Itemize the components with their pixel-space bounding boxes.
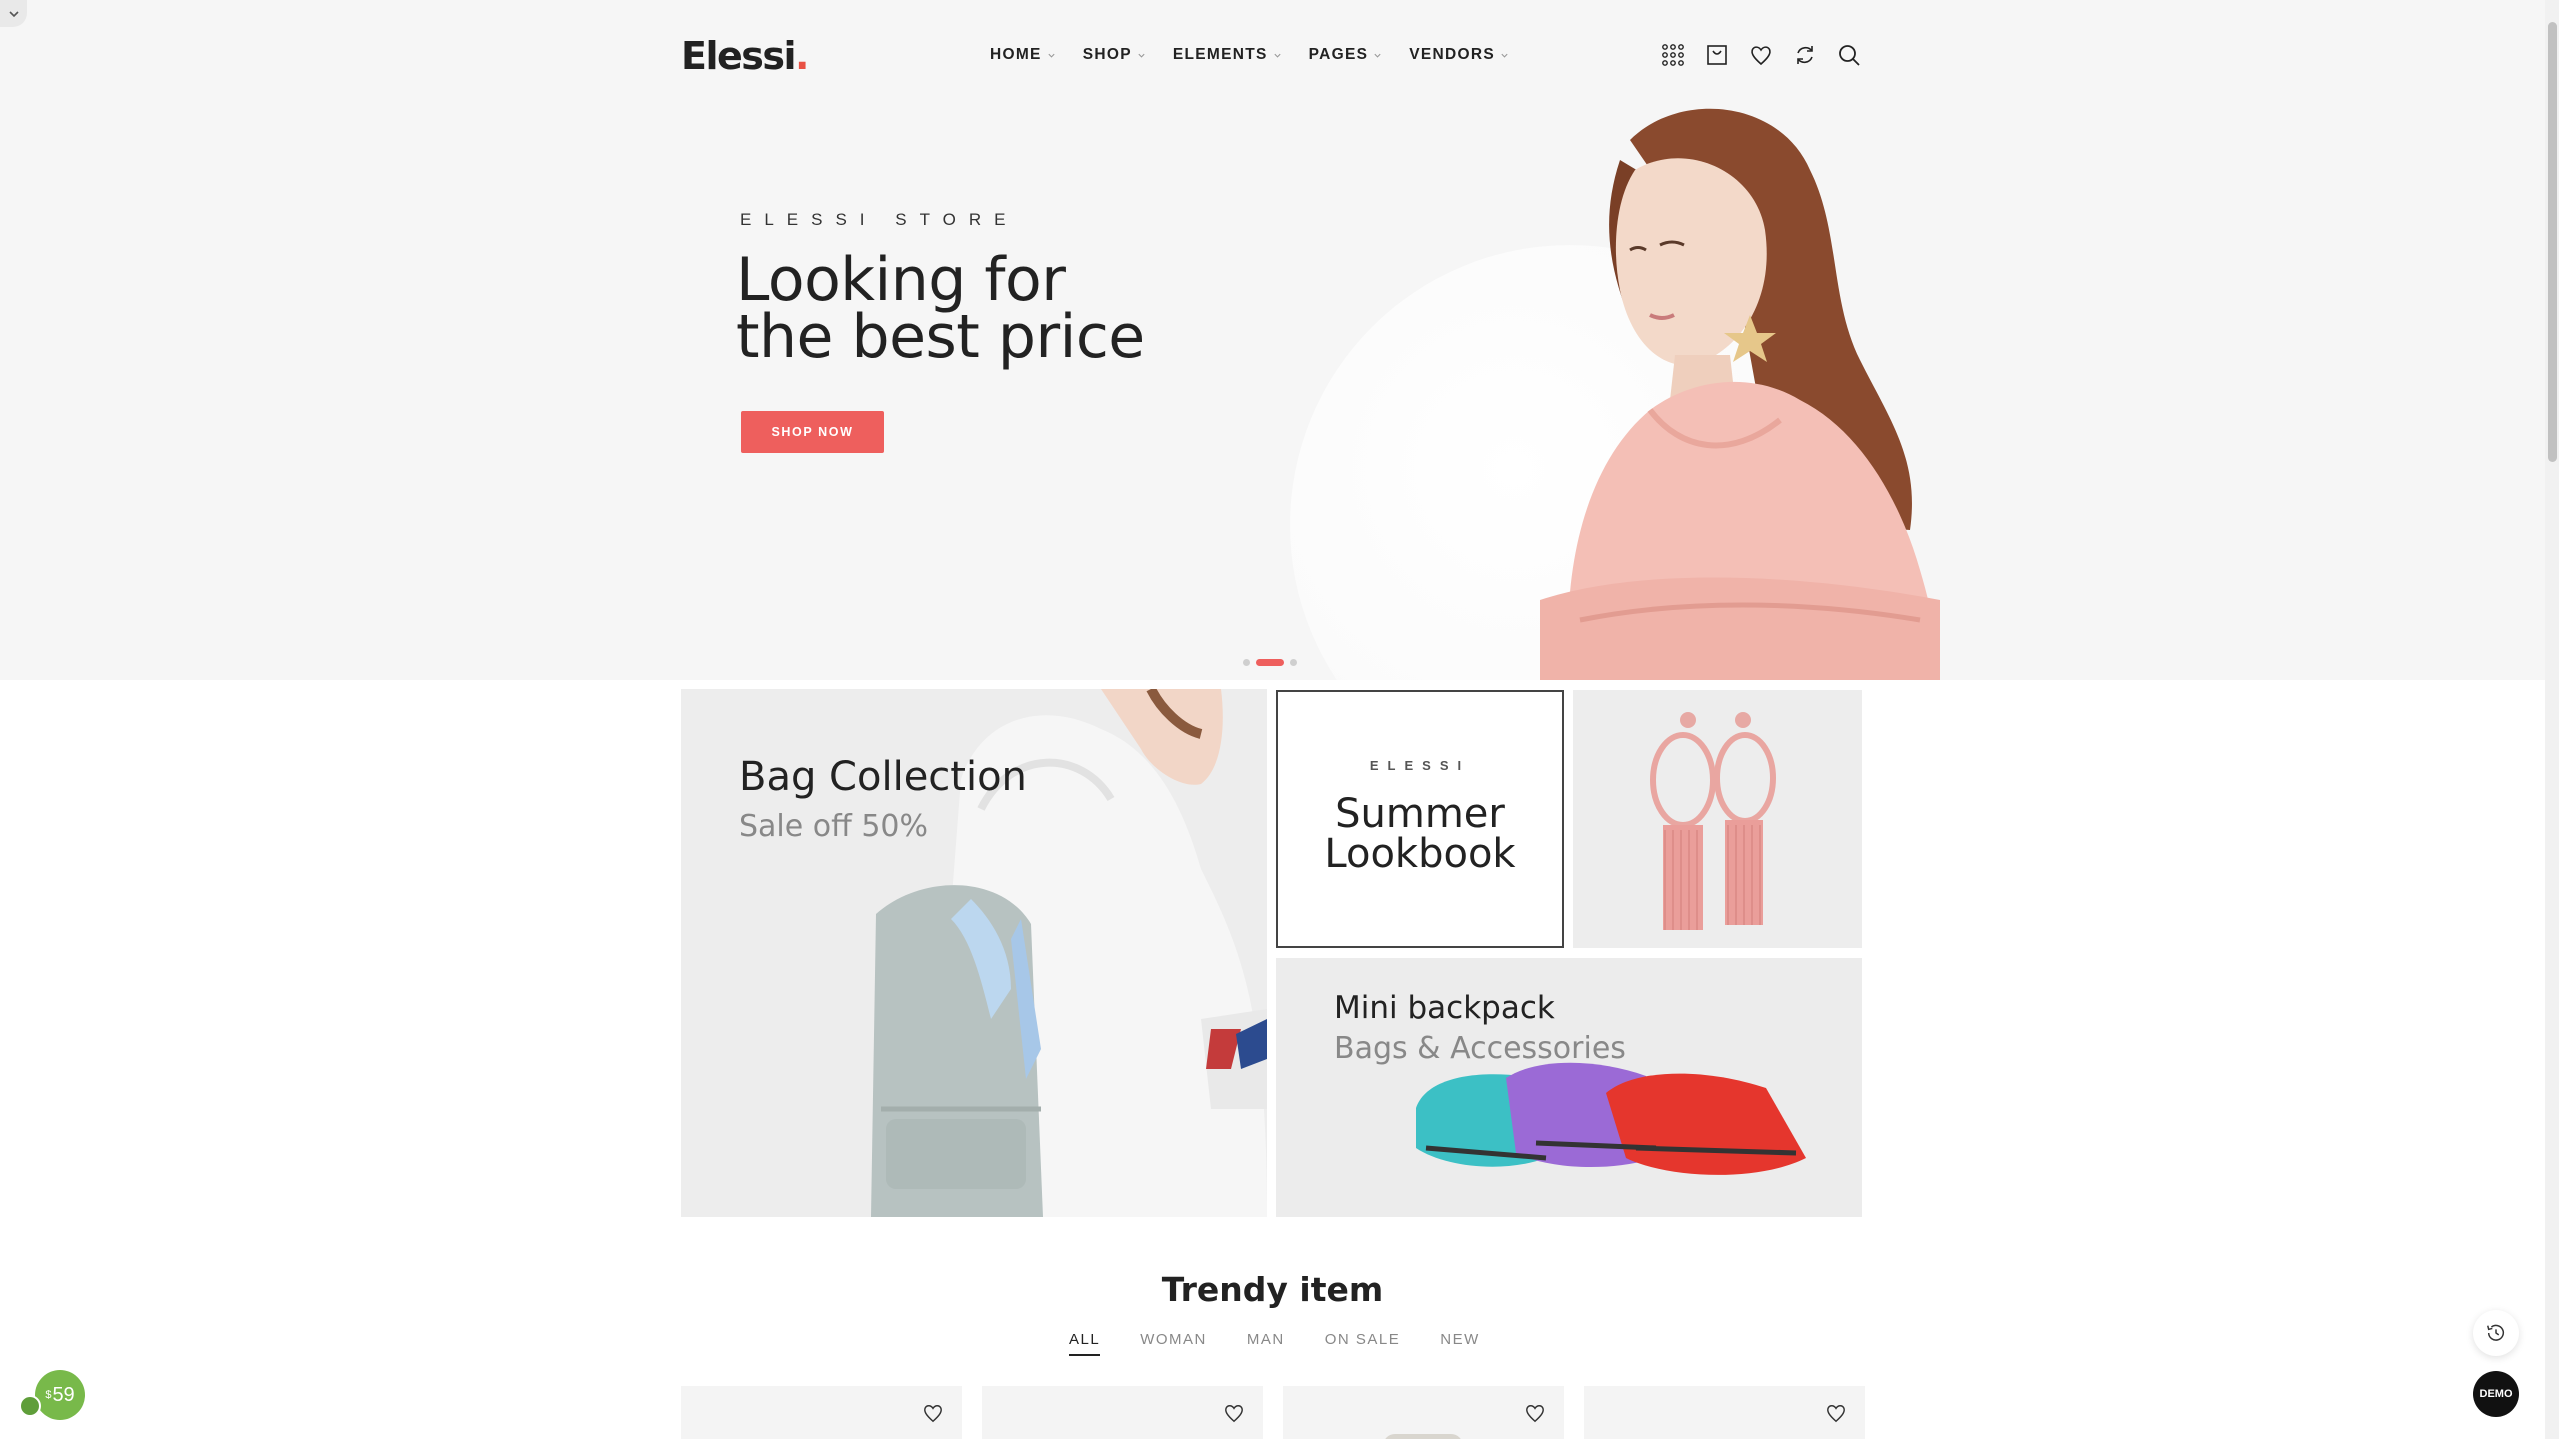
tab-new[interactable]: NEW — [1440, 1331, 1480, 1356]
banner-summer-lookbook[interactable]: ELESSI Summer Lookbook — [1276, 690, 1564, 948]
heart-icon[interactable] — [1524, 1402, 1546, 1424]
heart-icon[interactable] — [922, 1402, 944, 1424]
banner-subtitle: Sale off 50% — [739, 809, 928, 844]
heart-icon[interactable] — [1223, 1402, 1245, 1424]
hero-title-line1: Looking for — [736, 245, 1066, 315]
nav-label: PAGES — [1308, 46, 1369, 63]
banner-subtitle: Bags & Accessories — [1334, 1031, 1626, 1066]
product-card[interactable] — [1283, 1386, 1564, 1439]
scrollbar-thumb[interactable] — [2548, 22, 2557, 462]
grid-icon[interactable] — [1660, 42, 1686, 68]
price-value: 59 — [52, 1383, 75, 1406]
price-badge[interactable]: $59 — [35, 1370, 85, 1420]
product-card[interactable] — [1584, 1386, 1865, 1439]
hero-model-image — [1540, 108, 1940, 680]
header-actions — [1660, 42, 1862, 68]
slider-dot[interactable] — [1290, 659, 1297, 666]
tab-all[interactable]: ALL — [1069, 1331, 1101, 1356]
product-image-peek — [1383, 1434, 1463, 1439]
heart-icon[interactable] — [1748, 42, 1774, 68]
product-card[interactable] — [982, 1386, 1263, 1439]
tab-woman[interactable]: WOMAN — [1140, 1331, 1207, 1356]
nav-vendors[interactable]: VENDORS — [1409, 46, 1509, 64]
product-tabs: ALL WOMAN MAN ON SALE NEW — [1069, 1331, 1520, 1356]
chevron-down-icon — [1274, 53, 1281, 58]
compare-icon[interactable] — [1792, 42, 1818, 68]
chevron-down-icon — [1501, 53, 1508, 58]
nav-home[interactable]: HOME — [990, 46, 1056, 64]
banner-brand: ELESSI — [1369, 758, 1471, 773]
slider-pagination — [1243, 659, 1297, 666]
nav-elements[interactable]: ELEMENTS — [1173, 46, 1282, 64]
site-logo[interactable]: Elessi. — [681, 34, 809, 78]
demo-button[interactable]: DEMO — [2473, 1371, 2519, 1417]
product-grid — [681, 1386, 1865, 1439]
hero-title: Looking for the best price — [736, 245, 1145, 372]
banner-title: Mini backpack — [1334, 990, 1555, 1026]
leaf-icon — [19, 1395, 41, 1417]
nav-label: ELEMENTS — [1172, 46, 1268, 63]
main-nav: HOME SHOP ELEMENTS PAGES VENDORS — [990, 46, 1536, 64]
logo-text: Elessi — [681, 34, 797, 78]
banner-bag-collection[interactable]: Bag Collection Sale off 50% — [681, 689, 1267, 1217]
slider-dot-active[interactable] — [1256, 659, 1284, 666]
nav-shop[interactable]: SHOP — [1083, 46, 1146, 64]
banner-mini-backpack[interactable]: Mini backpack Bags & Accessories — [1276, 958, 1862, 1217]
hero-subtitle: ELESSI STORE — [740, 210, 1019, 229]
nav-pages[interactable]: PAGES — [1309, 46, 1383, 64]
banner-title-line2: Lookbook — [1324, 831, 1516, 877]
slider-dot[interactable] — [1243, 659, 1250, 666]
tab-on-sale[interactable]: ON SALE — [1325, 1331, 1401, 1356]
banner-title: Bag Collection — [739, 754, 1027, 800]
product-card[interactable] — [681, 1386, 962, 1439]
chevron-down-icon — [1048, 53, 1055, 58]
banner-earrings[interactable] — [1573, 690, 1862, 948]
tab-man[interactable]: MAN — [1247, 1331, 1285, 1356]
nav-label: SHOP — [1082, 46, 1132, 63]
hero-title-line2: the best price — [736, 302, 1145, 372]
cart-icon[interactable] — [1704, 42, 1730, 68]
banner-title-line1: Summer — [1335, 791, 1505, 837]
history-icon — [2487, 1324, 2504, 1341]
logo-dot: . — [795, 34, 809, 78]
earrings-image — [1650, 712, 1776, 930]
nav-label: VENDORS — [1409, 46, 1496, 63]
page-scrollbar[interactable] — [2545, 0, 2559, 1439]
section-title: Trendy item — [1161, 1270, 1384, 1309]
site-header: Elessi. HOME SHOP ELEMENTS PAGES VENDORS — [0, 0, 2545, 112]
chevron-down-icon — [1374, 53, 1381, 58]
price-currency: $ — [45, 1389, 52, 1401]
nav-label: HOME — [990, 46, 1042, 63]
banner-title: Summer Lookbook — [1278, 794, 1562, 874]
shop-now-button[interactable]: SHOP NOW — [741, 411, 884, 453]
recently-viewed-button[interactable] — [2473, 1310, 2519, 1356]
search-icon[interactable] — [1836, 42, 1862, 68]
heart-icon[interactable] — [1825, 1402, 1847, 1424]
chevron-down-icon — [1138, 53, 1145, 58]
